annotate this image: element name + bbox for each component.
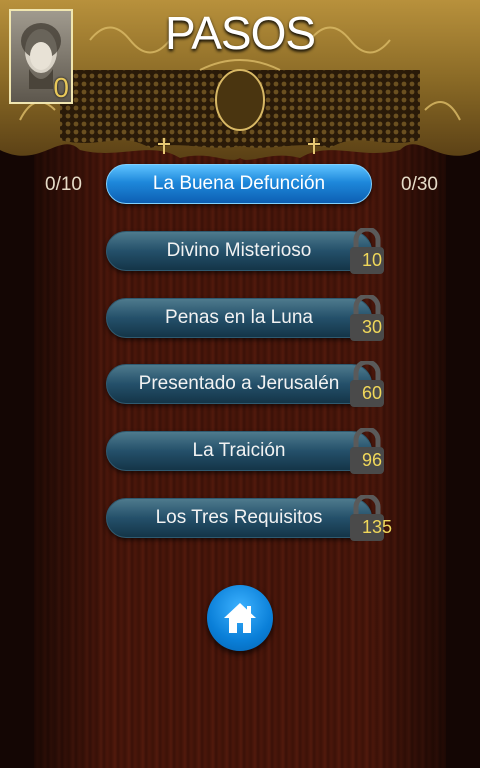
lock-cost: 60 [362,383,383,403]
lock-icon: 96 [348,428,386,476]
level-label: Los Tres Requisitos [155,507,323,528]
level-label: Presentado a Jerusalén [138,373,340,394]
lock-cost: 30 [362,317,383,337]
level-button-la-traicion[interactable]: La Traición [106,431,372,471]
lock-icon: 10 [348,228,386,276]
score-right: 0/30 [401,174,438,195]
score-left: 0/10 [45,174,82,195]
lock-icon: 30 [348,295,386,343]
level-button-penas-en-la-luna[interactable]: Penas en la Luna [106,298,372,338]
lock-cost: 10 [362,250,383,270]
lock-cost: 135 [362,517,393,537]
home-button[interactable] [207,585,273,651]
level-button-presentado-a-jerusalen[interactable]: Presentado a Jerusalén [106,364,372,404]
lock-cost: 96 [362,450,383,470]
level-button-los-tres-requisitos[interactable]: Los Tres Requisitos [106,498,372,538]
level-button-divino-misterioso[interactable]: Divino Misterioso [106,231,372,271]
level-label: La Traición [192,440,286,461]
level-label: Divino Misterioso [166,240,312,261]
lock-icon: 135 [348,495,392,543]
level-label: Penas en la Luna [165,307,313,328]
home-icon [224,603,256,633]
portrait-count: 0 [53,72,69,103]
level-label: La Buena Defunción [152,173,326,194]
page-title: PASOS [164,7,316,59]
level-button-la-buena-defuncion[interactable]: La Buena Defunción [106,164,372,204]
lock-icon: 60 [348,361,386,409]
